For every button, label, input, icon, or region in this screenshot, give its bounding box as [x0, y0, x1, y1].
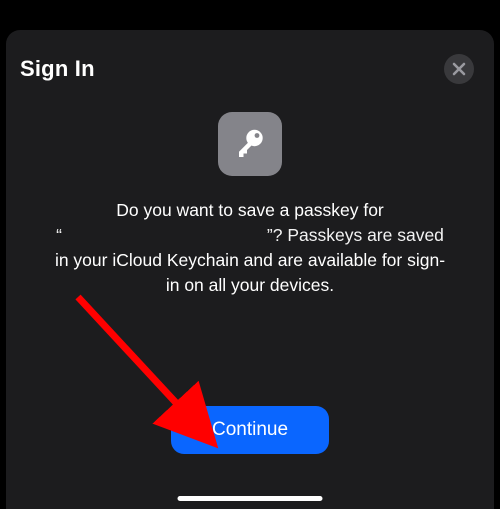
message-line-4: in on all your devices. [166, 275, 334, 295]
passkey-icon-tile [218, 112, 282, 176]
close-icon [452, 62, 466, 76]
passkey-message: Do you want to save a passkey for “ ”? Pa… [16, 198, 484, 298]
message-line-3: in your iCloud Keychain and are availabl… [55, 250, 445, 270]
continue-button[interactable]: Continue [171, 406, 329, 454]
sheet-header: Sign In [16, 54, 484, 84]
message-line-1: Do you want to save a passkey for [116, 200, 384, 220]
passkey-save-sheet: Sign In Do you want to save a passkey fo… [6, 30, 494, 509]
sheet-title: Sign In [20, 56, 95, 82]
quote-close-and-text: ”? Passkeys are saved [267, 225, 444, 245]
close-button[interactable] [444, 54, 474, 84]
key-icon [230, 124, 270, 164]
continue-button-label: Continue [212, 419, 288, 440]
quote-open: “ [56, 225, 62, 245]
home-indicator[interactable] [178, 496, 323, 501]
